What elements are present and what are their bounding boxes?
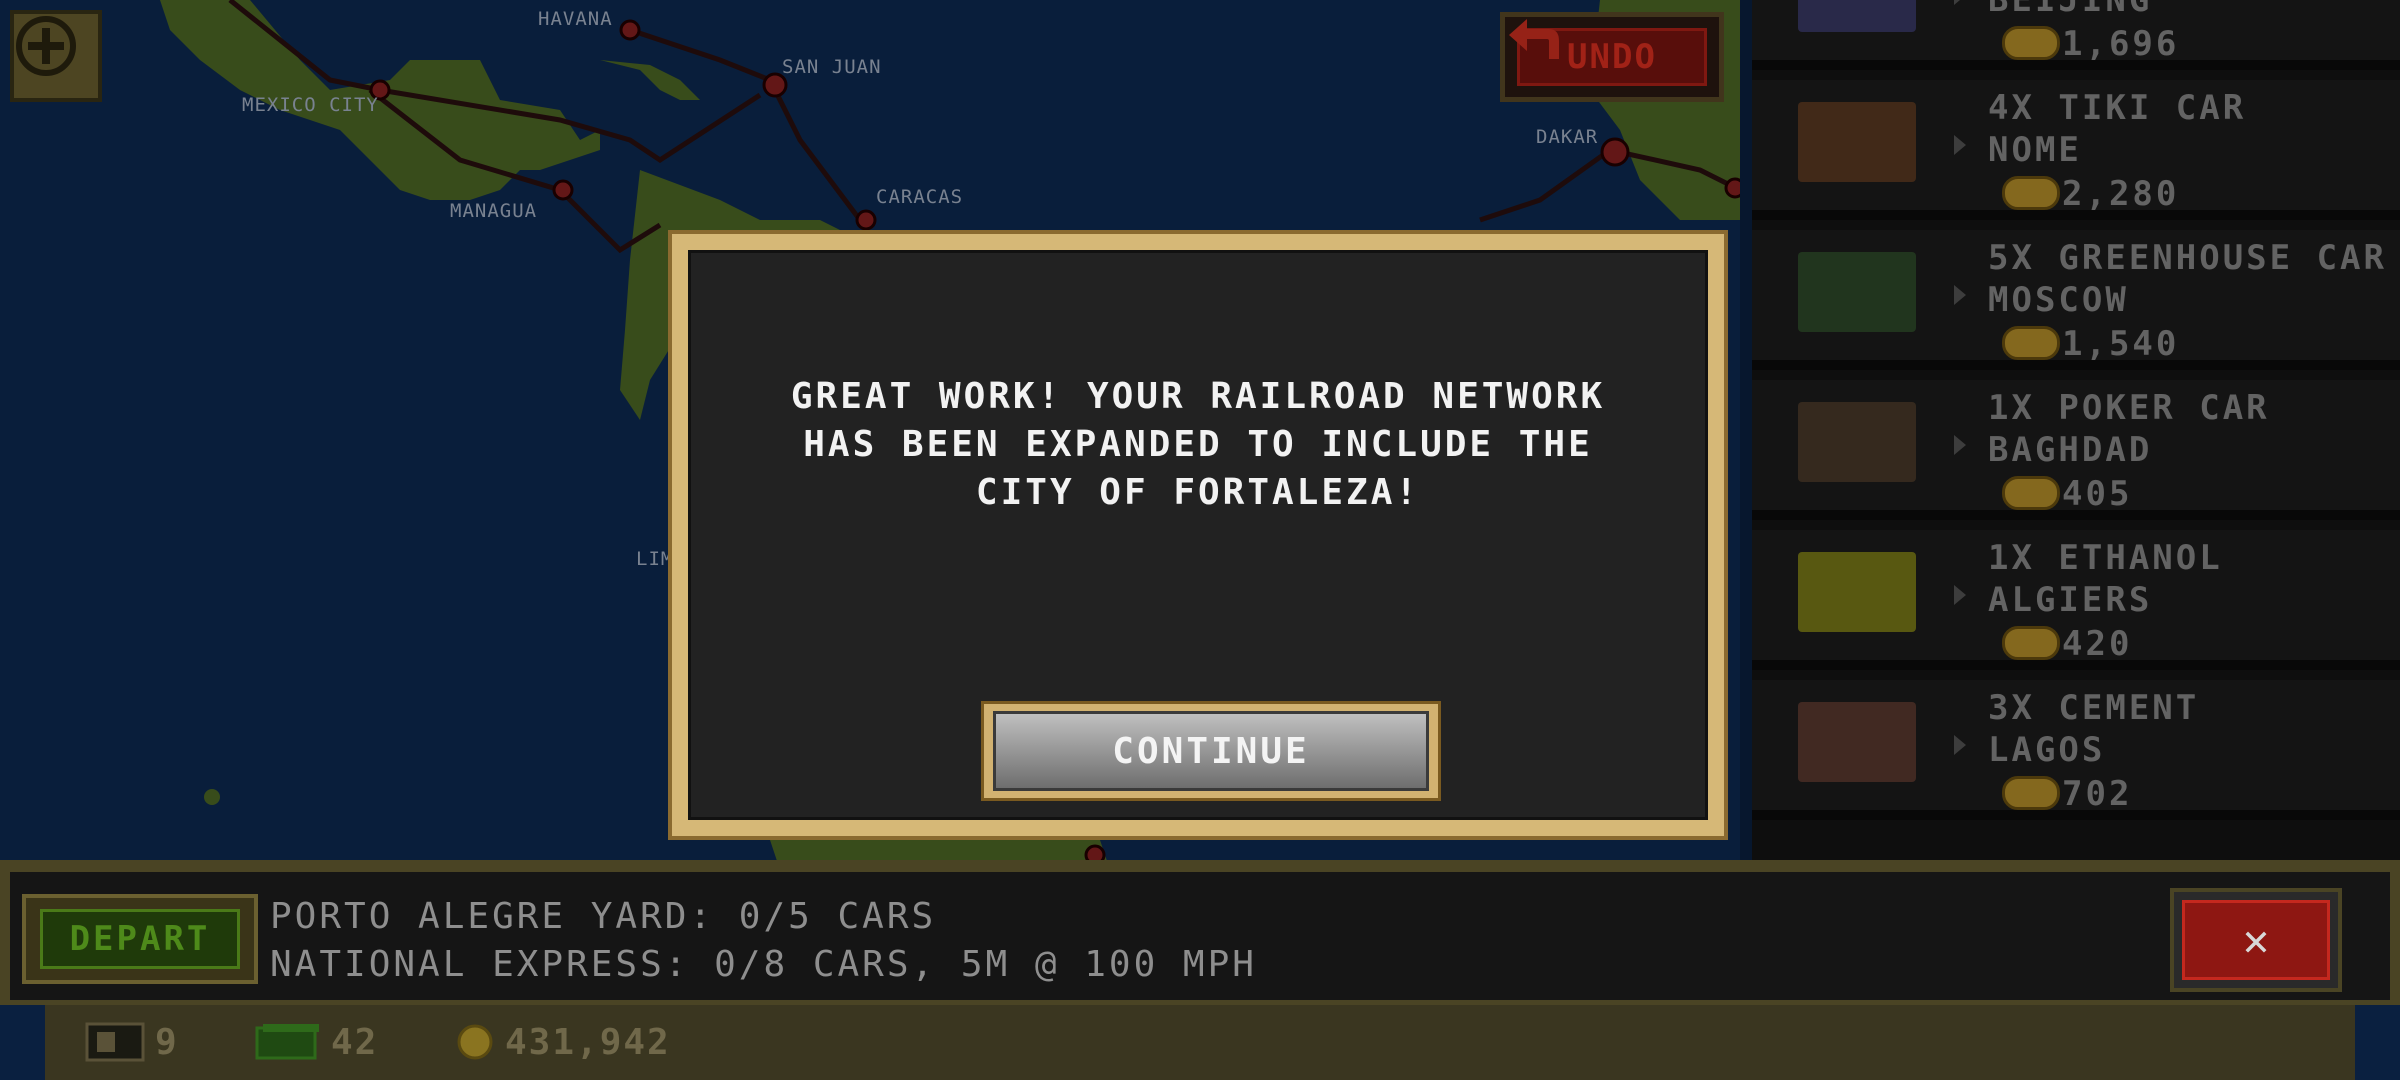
close-icon: ✕: [2182, 900, 2330, 980]
continue-label: CONTINUE: [993, 711, 1429, 791]
cash-icon: [255, 1024, 319, 1060]
train-status-bar: DEPART PORTO ALEGRE YARD: 0/5 CARS NATIO…: [0, 860, 2400, 1005]
yard-status: PORTO ALEGRE YARD: 0/5 CARS: [270, 896, 937, 937]
expansion-dialog: GREAT WORK! YOUR RAILROAD NETWORK HAS BE…: [668, 230, 1728, 840]
continue-button[interactable]: CONTINUE: [981, 701, 1441, 801]
dialog-message: GREAT WORK! YOUR RAILROAD NETWORK HAS BE…: [790, 376, 1606, 513]
depart-button[interactable]: DEPART: [22, 894, 258, 984]
cash-resource: 42: [255, 1019, 378, 1065]
coins-resource: 431,942: [455, 1019, 671, 1065]
cash-count: 42: [331, 1021, 379, 1063]
cars-resource: 9: [85, 1019, 179, 1065]
coins-count: 431,942: [505, 1021, 671, 1063]
cars-count: 9: [155, 1021, 179, 1063]
depart-label: DEPART: [40, 909, 240, 969]
dialog-panel: GREAT WORK! YOUR RAILROAD NETWORK HAS BE…: [688, 250, 1708, 820]
coin-icon: [457, 1024, 493, 1060]
train-car-icon: [85, 1022, 145, 1062]
status-panel: DEPART PORTO ALEGRE YARD: 0/5 CARS NATIO…: [10, 872, 2390, 1000]
close-button[interactable]: ✕: [2170, 888, 2342, 992]
resource-bar: 9 42 431,942: [45, 1005, 2355, 1080]
train-status: NATIONAL EXPRESS: 0/8 CARS, 5M @ 100 MPH: [270, 944, 1257, 985]
